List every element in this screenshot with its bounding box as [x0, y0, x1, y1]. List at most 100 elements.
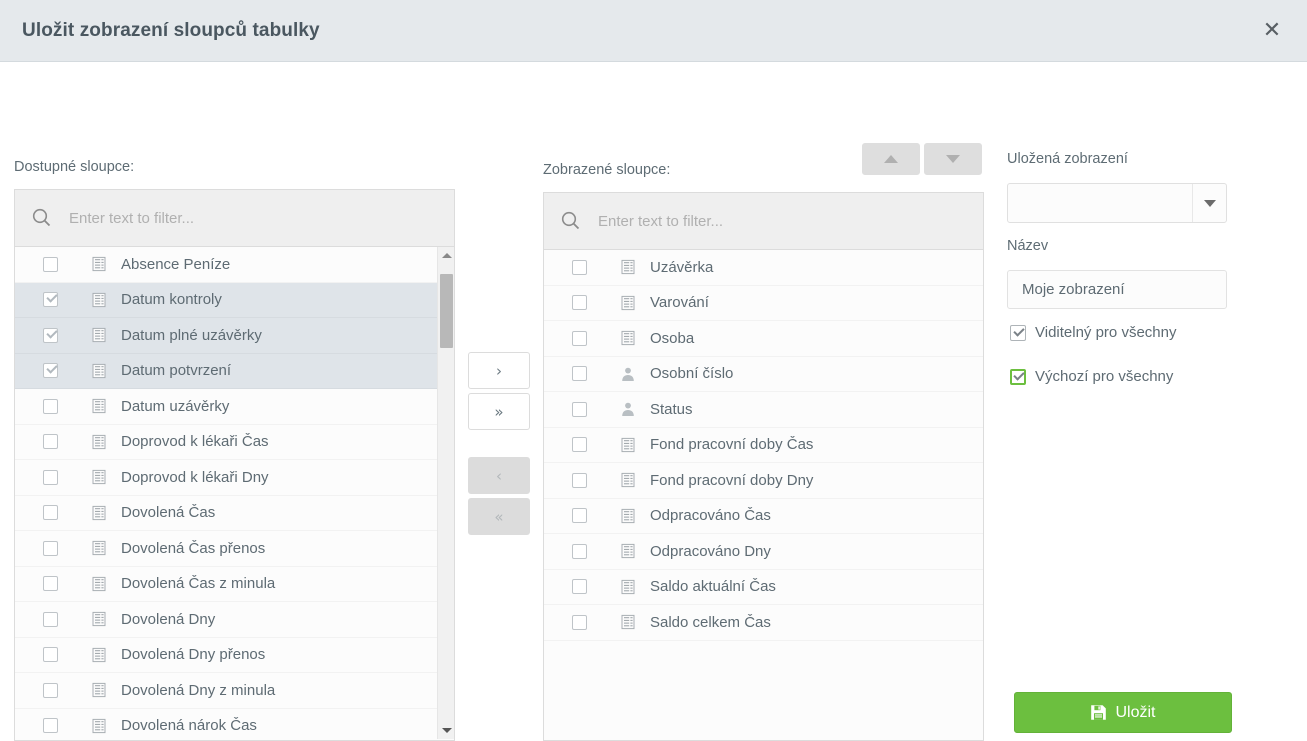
list-item-checkbox-cell[interactable] — [544, 260, 614, 275]
list-item-checkbox[interactable] — [572, 295, 587, 310]
list-item-checkbox-cell[interactable] — [544, 615, 614, 630]
list-item-checkbox[interactable] — [572, 366, 587, 381]
list-item-checkbox[interactable] — [43, 328, 58, 343]
visible-for-all-checkbox[interactable] — [1010, 325, 1026, 341]
list-item[interactable]: Dovolená Dny přenos — [15, 638, 454, 674]
list-item-checkbox[interactable] — [43, 434, 58, 449]
list-item[interactable]: Osoba — [544, 321, 983, 357]
list-item-checkbox[interactable] — [43, 505, 58, 520]
list-item-checkbox[interactable] — [572, 579, 587, 594]
view-name-input[interactable] — [1007, 270, 1227, 309]
list-item-checkbox[interactable] — [572, 402, 587, 417]
list-item-checkbox[interactable] — [43, 363, 58, 378]
saved-views-select[interactable] — [1007, 183, 1227, 223]
list-item[interactable]: Dovolená Čas přenos — [15, 531, 454, 567]
list-item-checkbox[interactable] — [572, 437, 587, 452]
list-item-checkbox-cell[interactable] — [15, 505, 85, 520]
list-item[interactable]: Doprovod k lékaři Dny — [15, 460, 454, 496]
list-item[interactable]: Dovolená Dny z minula — [15, 673, 454, 709]
list-item-checkbox[interactable] — [43, 399, 58, 414]
list-item-label: Datum uzávěrky — [113, 398, 454, 415]
list-item-checkbox-cell[interactable] — [15, 576, 85, 591]
list-item[interactable]: Dovolená nárok Čas — [15, 709, 454, 740]
list-item-label: Dovolená Dny z minula — [113, 682, 454, 699]
list-item-checkbox[interactable] — [43, 576, 58, 591]
list-item-checkbox-cell[interactable] — [544, 544, 614, 559]
list-item-checkbox[interactable] — [572, 615, 587, 630]
list-item-checkbox[interactable] — [572, 473, 587, 488]
list-item-checkbox[interactable] — [43, 541, 58, 556]
list-item-checkbox-cell[interactable] — [15, 328, 85, 343]
list-item-checkbox[interactable] — [43, 257, 58, 272]
list-item[interactable]: Varování — [544, 286, 983, 322]
list-item-checkbox-cell[interactable] — [544, 366, 614, 381]
list-item-checkbox[interactable] — [572, 331, 587, 346]
list-item-checkbox-cell[interactable] — [15, 399, 85, 414]
list-item[interactable]: Odpracováno Dny — [544, 534, 983, 570]
list-item[interactable]: Doprovod k lékaři Čas — [15, 425, 454, 461]
move-down-button[interactable] — [924, 143, 982, 175]
list-item[interactable]: Saldo celkem Čas — [544, 605, 983, 641]
list-item-checkbox-cell[interactable] — [15, 541, 85, 556]
list-item-checkbox[interactable] — [43, 647, 58, 662]
list-item[interactable]: Dovolená Čas z minula — [15, 567, 454, 603]
list-item-checkbox-cell[interactable] — [15, 612, 85, 627]
list-item-checkbox-cell[interactable] — [544, 473, 614, 488]
list-item[interactable]: Status — [544, 392, 983, 428]
list-item-checkbox[interactable] — [572, 260, 587, 275]
list-item[interactable]: Datum uzávěrky — [15, 389, 454, 425]
list-item[interactable]: Uzávěrka — [544, 250, 983, 286]
save-button[interactable]: Uložit — [1014, 692, 1232, 733]
move-left-button[interactable]: ‹ — [468, 457, 530, 494]
default-for-all-checkbox-row[interactable]: Výchozí pro všechny — [1010, 368, 1173, 385]
list-item-checkbox-cell[interactable] — [544, 402, 614, 417]
list-item-label: Datum plné uzávěrky — [113, 327, 454, 344]
list-item[interactable]: Fond pracovní doby Čas — [544, 428, 983, 464]
list-item-checkbox-cell[interactable] — [15, 718, 85, 733]
move-up-button[interactable] — [862, 143, 920, 175]
close-icon[interactable]: ✕ — [1257, 16, 1287, 46]
scroll-down-icon[interactable] — [438, 722, 454, 739]
list-item[interactable]: Osobní číslo — [544, 357, 983, 393]
available-filter-input[interactable] — [61, 203, 454, 233]
list-item-checkbox-cell[interactable] — [15, 647, 85, 662]
list-item[interactable]: Datum kontroly — [15, 283, 454, 319]
move-all-left-button[interactable]: « — [468, 498, 530, 535]
list-item-checkbox-cell[interactable] — [544, 508, 614, 523]
move-right-button[interactable]: › — [468, 352, 530, 389]
list-item-checkbox[interactable] — [43, 292, 58, 307]
visible-for-all-checkbox-row[interactable]: Viditelný pro všechny — [1010, 324, 1176, 341]
list-item-checkbox-cell[interactable] — [15, 434, 85, 449]
list-item-checkbox-cell[interactable] — [15, 292, 85, 307]
list-item[interactable]: Dovolená Čas — [15, 496, 454, 532]
list-item-checkbox[interactable] — [43, 612, 58, 627]
available-list-scrollbar[interactable] — [437, 247, 454, 739]
list-item[interactable]: Fond pracovní doby Dny — [544, 463, 983, 499]
scrollbar-thumb[interactable] — [440, 274, 453, 348]
list-item[interactable]: Datum plné uzávěrky — [15, 318, 454, 354]
scroll-up-icon[interactable] — [438, 247, 454, 264]
list-item-checkbox[interactable] — [572, 544, 587, 559]
available-columns-list[interactable]: Absence PenízeDatum kontroly Datum plné u… — [15, 247, 454, 739]
list-item-checkbox[interactable] — [572, 508, 587, 523]
list-item-label: Doprovod k lékaři Čas — [113, 433, 454, 450]
list-item-checkbox[interactable] — [43, 718, 58, 733]
list-item-checkbox-cell[interactable] — [15, 470, 85, 485]
displayed-filter-input[interactable] — [590, 206, 983, 236]
list-item[interactable]: Odpracováno Čas — [544, 499, 983, 535]
list-item-checkbox-cell[interactable] — [544, 579, 614, 594]
list-item[interactable]: Dovolená Dny — [15, 602, 454, 638]
list-item-checkbox-cell[interactable] — [544, 437, 614, 452]
list-item-checkbox-cell[interactable] — [15, 363, 85, 378]
list-item[interactable]: Saldo aktuální Čas — [544, 570, 983, 606]
chevron-down-icon[interactable] — [1192, 184, 1226, 222]
default-for-all-checkbox[interactable] — [1010, 369, 1026, 385]
list-item[interactable]: Datum potvrzení — [15, 354, 454, 390]
list-item-checkbox-cell[interactable] — [544, 331, 614, 346]
list-item-checkbox-cell[interactable] — [544, 295, 614, 310]
list-item-checkbox[interactable] — [43, 470, 58, 485]
displayed-columns-list[interactable]: UzávěrkaVarováníOsobaOsobní čísloStatusF… — [544, 250, 983, 739]
list-item[interactable]: Absence Peníze — [15, 247, 454, 283]
list-item-checkbox-cell[interactable] — [15, 257, 85, 272]
move-all-right-button[interactable]: » — [468, 393, 530, 430]
